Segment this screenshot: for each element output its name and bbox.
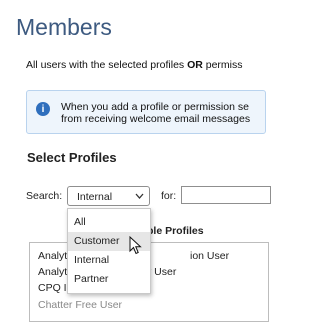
list-item[interactable]: Analyt [38,250,67,262]
info-line-2: from receiving welcome email messages [61,113,251,125]
select-profiles-heading: Select Profiles [27,150,117,165]
dropdown-option-all[interactable]: All [68,213,150,232]
info-icon: i [36,102,50,116]
available-profiles-header: ble Profiles [147,225,204,237]
description-suffix: permiss [202,59,243,71]
chevron-down-icon [135,190,144,205]
info-message-box: i When you add a profile or permission s… [26,90,266,134]
description-prefix: All users with the selected profiles [26,59,188,71]
search-label: Search: [26,190,63,202]
dropdown-option-partner[interactable]: Partner [68,270,150,289]
profile-type-selected-value: Internal [77,191,113,203]
page-title: Members [16,14,112,40]
profile-type-select[interactable]: Internal [67,186,150,206]
list-item[interactable]: Analyt [38,266,67,278]
for-label: for: [161,190,177,202]
members-description: All users with the selected profiles OR … [26,59,243,71]
info-line-1: When you add a profile or permission se [61,101,249,113]
list-item[interactable]: Chatter Free User [38,299,122,311]
mouse-pointer-icon [129,235,143,256]
info-message-text: When you add a profile or permission se … [61,101,250,125]
search-text-input[interactable] [181,186,271,204]
description-bold: OR [187,59,203,71]
list-item-right-text: ion User [190,250,230,262]
